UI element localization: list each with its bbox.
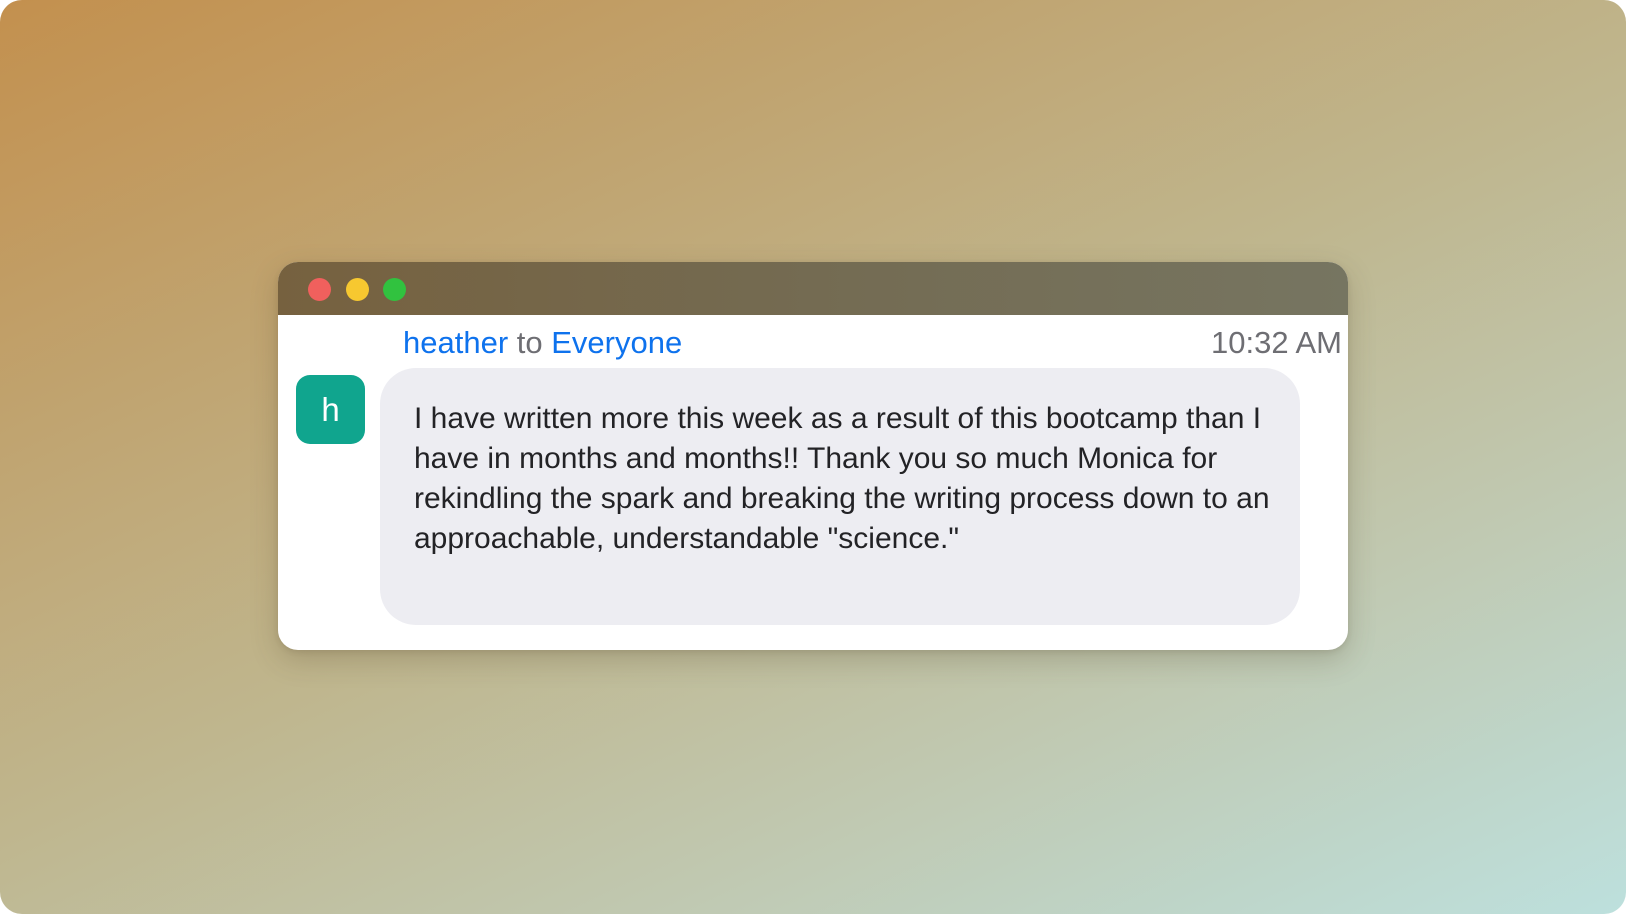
message-text: I have written more this week as a resul…	[414, 402, 1270, 555]
minimize-dot-icon[interactable]	[346, 278, 369, 301]
background-canvas: heather to Everyone 10:32 AM h I have wr…	[0, 0, 1626, 914]
sender-name[interactable]: heather	[403, 325, 508, 360]
message-header: heather to Everyone	[403, 324, 682, 362]
message-timestamp: 10:32 AM	[1211, 325, 1342, 360]
recipient-name[interactable]: Everyone	[551, 325, 682, 360]
to-label: to	[516, 325, 543, 360]
zoom-dot-icon[interactable]	[383, 278, 406, 301]
message-bubble: I have written more this week as a resul…	[380, 368, 1300, 625]
chat-window: heather to Everyone 10:32 AM h I have wr…	[278, 262, 1348, 650]
avatar-initial: h	[321, 391, 340, 428]
title-bar	[278, 262, 1348, 315]
avatar: h	[296, 375, 365, 444]
close-dot-icon[interactable]	[308, 278, 331, 301]
